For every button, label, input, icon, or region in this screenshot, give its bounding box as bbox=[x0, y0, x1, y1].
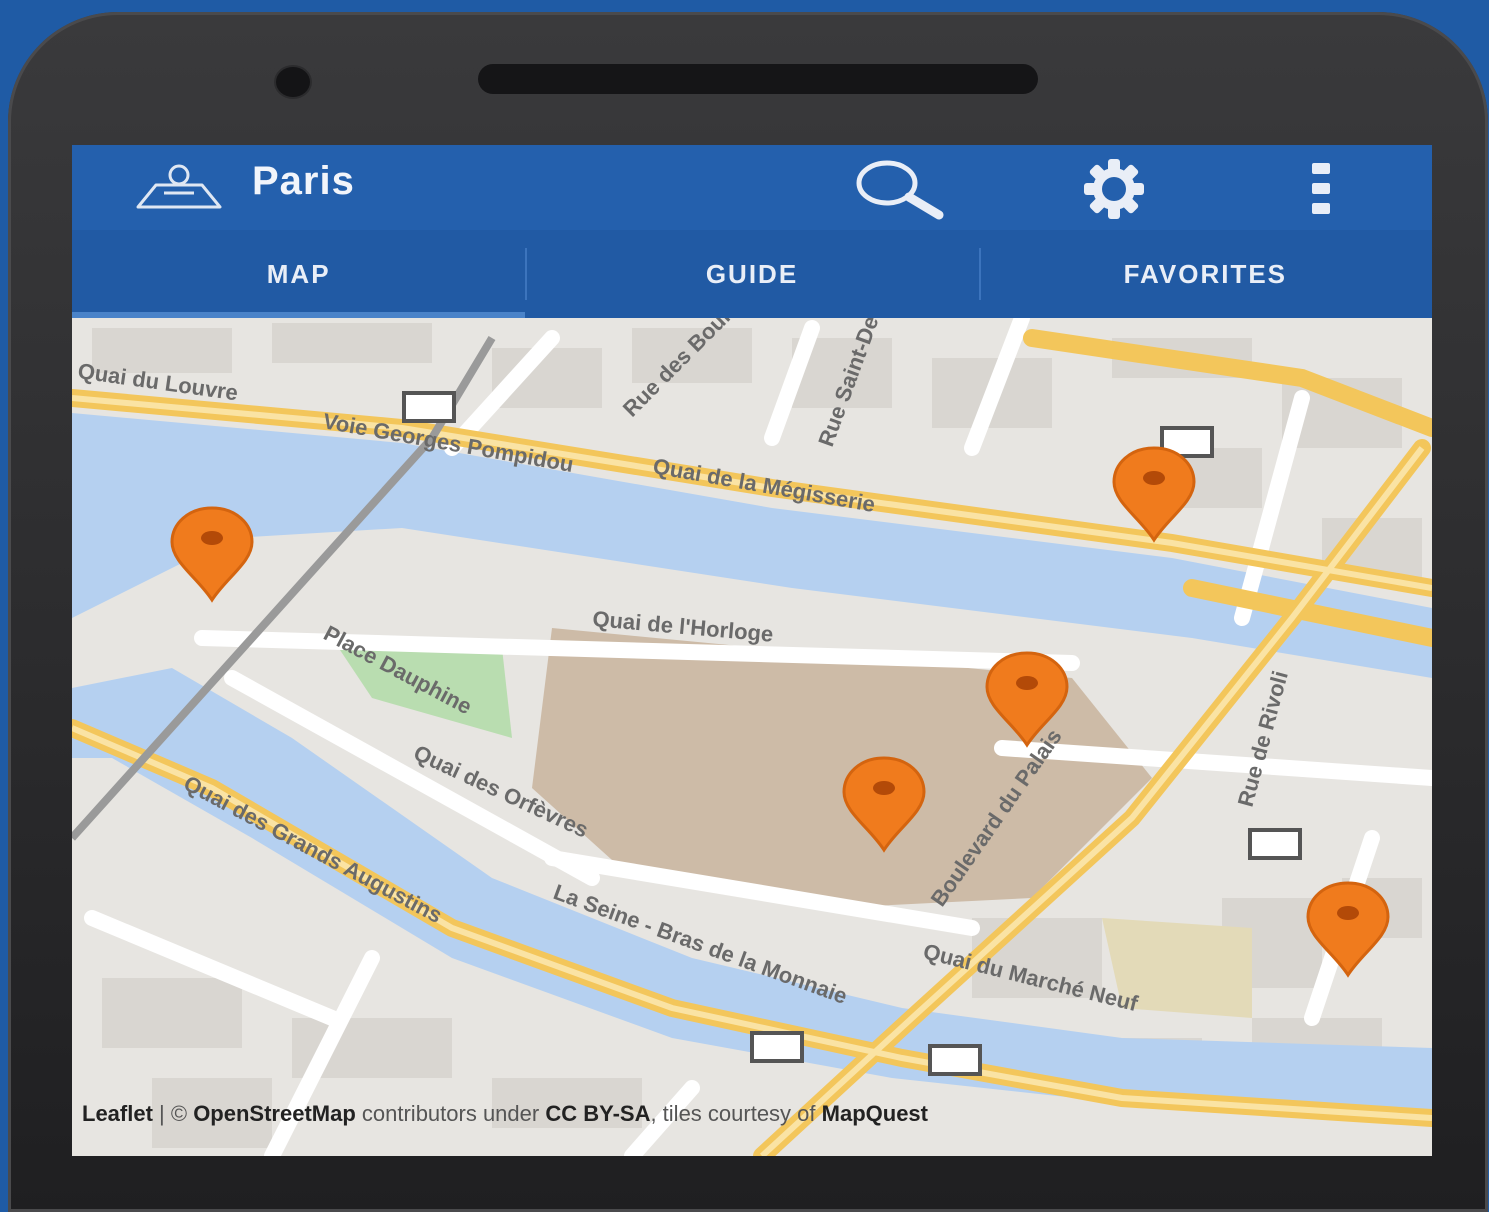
app-title: Paris bbox=[252, 159, 355, 203]
metro-icon bbox=[402, 391, 456, 423]
map-view[interactable]: Quai du Louvre Voie Georges Pompidou Qua… bbox=[72, 318, 1432, 1156]
attribution-tiles-text: , tiles courtesy of bbox=[650, 1101, 822, 1126]
map-attribution: Leaflet | © OpenStreetMap contributors u… bbox=[82, 1100, 1422, 1128]
metro-icon bbox=[1248, 828, 1302, 860]
osm-link[interactable]: OpenStreetMap bbox=[193, 1101, 356, 1126]
search-icon[interactable] bbox=[847, 157, 947, 221]
leaflet-link[interactable]: Leaflet bbox=[82, 1101, 153, 1126]
app-bar: Paris bbox=[72, 145, 1432, 230]
front-camera bbox=[276, 67, 310, 97]
tab-favorites[interactable]: FAVORITES bbox=[978, 230, 1432, 318]
license-link[interactable]: CC BY-SA bbox=[545, 1101, 650, 1126]
metro-icon bbox=[928, 1044, 982, 1076]
tab-map[interactable]: MAP bbox=[72, 230, 526, 318]
tab-guide[interactable]: GUIDE bbox=[525, 230, 978, 318]
earpiece-speaker bbox=[478, 64, 1038, 94]
attribution-text: contributors under bbox=[355, 1101, 546, 1126]
app-screen: Paris MAP GUIDE FAVORITES Quai du Louvre… bbox=[72, 145, 1432, 1156]
metro-icon bbox=[750, 1031, 804, 1063]
overflow-menu-icon[interactable] bbox=[1292, 157, 1352, 221]
tab-bar: MAP GUIDE FAVORITES bbox=[72, 230, 1432, 318]
gear-icon[interactable] bbox=[1064, 157, 1164, 221]
mapquest-link[interactable]: MapQuest bbox=[822, 1101, 928, 1126]
attribution-separator: | © bbox=[152, 1101, 194, 1126]
traveler-icon bbox=[136, 164, 222, 209]
